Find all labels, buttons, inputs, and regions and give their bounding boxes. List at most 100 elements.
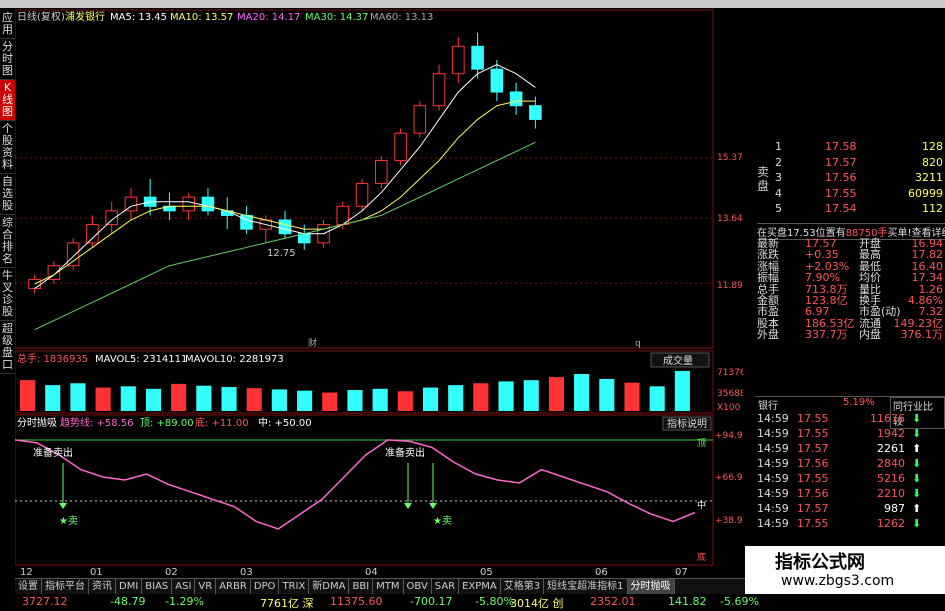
ma5-label: MA5: 13.45 [110,12,167,23]
volume-bar [574,374,590,411]
candle [452,45,465,75]
orderbook-row[interactable]: 4 17.55 60999 [755,187,945,203]
ind-tick-1: +94.95 [715,431,743,441]
volume-menu-label: 成交量 [663,354,693,367]
left-nav: 应用 分时图 K线图 个股资料 自选股 综合排名 牛叉诊股 超级盘口 [0,10,16,570]
x-axis-label: 02 [165,567,178,578]
ma10-label: MA10: 13.57 [170,12,233,23]
trade-row: 14:59 17.55 1262 ⬇ [757,517,922,530]
x-axis-label: 05 [480,567,493,578]
candle [355,182,369,207]
finance-marker: 财 [308,337,317,349]
top-value: 顶: +89.00 [140,417,194,429]
indicator-tab-13[interactable]: OBV [404,579,432,594]
trade-row: 14:59 17.57 987 ⬆ [757,502,922,515]
volume-bar [599,378,615,411]
indicator-tab-2[interactable]: 资讯 [89,579,116,594]
volume-bar [45,385,61,411]
left-tab-3[interactable]: 个股资料 [0,121,15,174]
middle-marker: 中 [697,499,706,511]
stock-name: 浦发银行 [65,10,105,23]
status-item-6: -5.80% [475,595,514,608]
indicator-tab-6[interactable]: VR [195,579,217,594]
indicator-tab-0[interactable]: 设置 [15,579,42,594]
indicator-tab-7[interactable]: ARBR [216,579,251,594]
ind-tick-3: +38.98 [715,516,743,526]
indicator-tab-3[interactable]: DMI [116,579,143,594]
indicator-tab-16[interactable]: 艾格第3 [501,579,545,594]
mavol10-label: MAVOL10: 2281973 [185,354,284,365]
volume-bar [322,392,338,411]
sector-bar: 银行 5.19% 同行业比较 [755,396,945,429]
indicator-tab-17[interactable]: 短线宝超准指标1 [544,579,628,594]
indicator-tab-bar: 设置 指标平台 资讯 DMI BIAS ASI VR ARBR DPO TRIX 新DMA BBI MT… [15,578,745,594]
ind-tick-2: +66.97 [715,473,743,483]
svg-text:★卖: ★卖 [59,515,78,527]
x-axis-label: 04 [365,567,378,578]
down-arrow-icon: ⬇ [912,427,922,440]
quote-stats: 最新 17.57 开盘 16.94 涨跌 +0.35 最高 17.82 涨幅 +2.03% 最低 16… [757,238,945,341]
down-arrow-icon: ⬇ [912,487,922,500]
left-tab-5[interactable]: 综合排名 [0,215,15,268]
left-tab-4[interactable]: 自选股 [0,174,15,215]
indicator-tab-15[interactable]: EXPMA [459,579,501,594]
indicator-tab-18[interactable]: 分时抛吸 [627,579,675,594]
indicator-tab-5[interactable]: ASI [172,579,196,594]
price-tick-2: 13.64 [717,214,743,224]
volume-bar [448,385,464,411]
vol-tick-1: 71376 [717,368,743,378]
candle [509,91,523,107]
stat-row: 外盘 337.7万 内盘 376.1万 [757,328,943,342]
indicator-tab-12[interactable]: MTM [373,579,404,594]
status-item-8: 2352.01 [590,595,636,608]
status-item-0: 3727.12 [22,595,68,608]
x-axis-label: 03 [240,567,253,578]
status-bar: 3727.12 -48.79 -1.29% 7761亿 深 11375.60 -700.1… [0,594,945,610]
volume-bar [347,390,363,411]
indicator-tab-14[interactable]: SAR [432,579,460,594]
orderbook: 1 17.58 128 2 17.57 820 3 17.56 3211 4 17.55 60999 5… [755,140,945,218]
status-item-4: 11375.60 [330,595,383,608]
trend-value: 趋势线: +58.56 [60,416,134,429]
volume-bar [473,383,489,411]
bottom-marker: 底 [697,551,706,563]
ma20-label: MA20: 14.17 [237,12,300,23]
volume-bar [120,386,136,411]
orderbook-row[interactable]: 2 17.57 820 [755,156,945,172]
volume-total-label: 总手: 1836935 [17,352,88,365]
left-tab-6[interactable]: 牛叉诊股 [0,268,15,321]
candle [529,105,542,120]
x-axis-label: 07 [675,567,688,578]
mavol5-label: MAVOL5: 2314111 [95,354,187,365]
orderbook-row[interactable]: 5 17.54 112 [755,202,945,218]
volume-bar [422,387,439,411]
candle [86,224,99,244]
candle [375,160,388,184]
price-tick-1: 15.37 [717,153,743,163]
status-item-2: -1.29% [165,595,204,608]
left-tab-7[interactable]: 超级盘口 [0,321,15,374]
indicator-tab-4[interactable]: BIAS [142,579,173,594]
status-item-1: -48.79 [110,595,146,608]
svg-text:准备卖出: 准备卖出 [33,446,73,459]
stat-row: 振幅 7.90% 均价 17.34 [757,271,943,285]
trade-row: 14:59 17.57 2261 ⬆ [757,442,922,455]
up-arrow-icon: ⬆ [912,502,922,515]
left-tab-1[interactable]: 分时图 [0,39,15,80]
chart-area: 日线(复权) 浦发银行 MA5: 13.45 MA10: 13.57 MA20:… [15,8,743,578]
orderbook-row[interactable]: 3 17.56 3211 [755,171,945,187]
volume-bar [70,383,86,411]
indicator-tab-11[interactable]: BBI [349,579,374,594]
indicator-tab-10[interactable]: 新DMA [309,579,350,594]
x-axis-label: 01 [90,567,103,578]
volume-bar [397,391,413,411]
trade-row: 14:59 17.55 5216 ⬇ [757,472,922,485]
orderbook-row[interactable]: 1 17.58 128 [755,140,945,156]
left-tab-2[interactable]: K线图 [0,80,15,121]
indicator-tab-8[interactable]: DPO [251,579,280,594]
indicator-tab-1[interactable]: 指标平台 [42,579,89,594]
left-tab-0[interactable]: 应用 [0,10,15,39]
trade-row: 14:59 17.56 2210 ⬇ [757,487,922,500]
watermark-logo: 指标公式网 www.zbgs3.com [745,546,945,594]
indicator-tab-9[interactable]: TRIX [279,579,310,594]
